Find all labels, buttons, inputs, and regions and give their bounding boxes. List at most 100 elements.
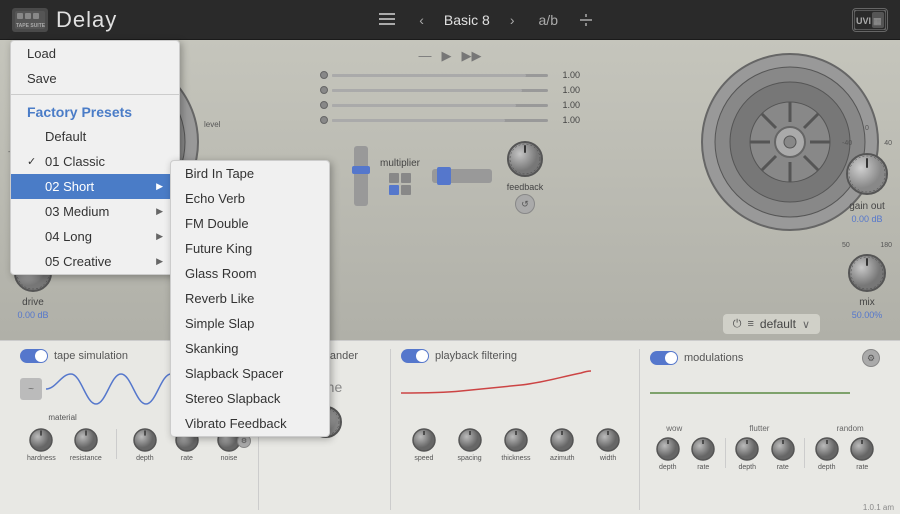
- playback-filtering-section: playback filtering speed spacing thickne…: [393, 349, 640, 510]
- hamburger-menu-btn[interactable]: [375, 10, 399, 30]
- flutter-label: flutter: [749, 424, 769, 433]
- main-area: 0 -40 40: [0, 40, 900, 340]
- menu-04-long[interactable]: 04 Long: [11, 224, 179, 249]
- pan-slider[interactable]: [432, 169, 492, 183]
- feedback-knob[interactable]: [504, 138, 546, 180]
- submenu-skanking[interactable]: Skanking: [171, 336, 329, 361]
- slider-track-2[interactable]: [332, 89, 548, 92]
- toggle-1[interactable]: [389, 173, 399, 183]
- knob-thickness: thickness: [501, 426, 530, 462]
- material-label: material: [48, 413, 76, 422]
- azimuth-knob[interactable]: [548, 426, 576, 454]
- play-icon[interactable]: ▶: [442, 48, 452, 64]
- menu-default[interactable]: Default: [11, 124, 179, 149]
- mix-value: 50.00%: [852, 310, 883, 320]
- svg-text:▦: ▦: [873, 16, 882, 26]
- width-knob[interactable]: [594, 426, 622, 454]
- submenu-simple-slap[interactable]: Simple Slap: [171, 311, 329, 336]
- tape-sim-toggle[interactable]: [20, 349, 48, 363]
- knob-hardness: hardness: [27, 426, 56, 462]
- submenu-reverb-like[interactable]: Reverb Like: [171, 286, 329, 311]
- sync-icon[interactable]: ↺: [515, 194, 535, 214]
- chevron-down-icon[interactable]: ∨: [802, 318, 810, 331]
- modulation-svg: [650, 373, 850, 413]
- mini-toggles: [389, 173, 411, 195]
- ab-btn[interactable]: a/b: [535, 10, 562, 30]
- submenu-slapback-spacer[interactable]: Slapback Spacer: [171, 361, 329, 386]
- playback-toggle[interactable]: [401, 349, 429, 363]
- slider-dot-1: [320, 71, 328, 79]
- thickness-label: thickness: [501, 455, 530, 462]
- slider-track-1[interactable]: [332, 74, 548, 77]
- mod-settings-icon[interactable]: ⚙: [862, 349, 880, 367]
- random-label: random: [837, 424, 864, 433]
- modulations-title: modulations: [684, 352, 743, 364]
- menu-02-text: 02 Short: [45, 179, 152, 194]
- multiplier-group: multiplier: [380, 158, 420, 195]
- menu-03-medium[interactable]: 03 Medium: [11, 199, 179, 224]
- playback-toggle-row: playback filtering: [401, 349, 631, 363]
- submenu-fm-double[interactable]: FM Double: [171, 211, 329, 236]
- menu-save[interactable]: Save: [11, 66, 179, 91]
- slider-track-4[interactable]: [332, 119, 548, 122]
- hardness-knob[interactable]: [27, 426, 55, 454]
- submenu-echo-verb[interactable]: Echo Verb: [171, 186, 329, 211]
- toggle-3[interactable]: [389, 185, 399, 195]
- submenu-bird-in-tape[interactable]: Bird In Tape: [171, 161, 329, 186]
- knob-resistance: resistance: [70, 426, 102, 462]
- power-icon[interactable]: ⏻: [733, 318, 742, 331]
- skip-icon[interactable]: ▶▶: [462, 48, 482, 64]
- toggle-4[interactable]: [401, 185, 411, 195]
- gain-out-knob[interactable]: [842, 149, 892, 199]
- list-icon[interactable]: ≡: [747, 318, 753, 330]
- dropdown-menu[interactable]: Load Save Factory Presets Default ✓ 01 C…: [10, 40, 180, 275]
- modulations-toggle[interactable]: [650, 351, 678, 365]
- submenu-stereo-slapback[interactable]: Stereo Slapback: [171, 386, 329, 411]
- checkmark-05: [27, 256, 41, 268]
- flutter-depth-knob[interactable]: [733, 435, 761, 463]
- menu-01-text: 01 Classic: [45, 154, 163, 169]
- submenu[interactable]: Bird In Tape Echo Verb FM Double Future …: [170, 160, 330, 437]
- hardness-label: hardness: [27, 455, 56, 462]
- tape-sim-title: tape simulation: [54, 350, 128, 362]
- menu-load[interactable]: Load: [11, 41, 179, 66]
- feedback-label: feedback: [507, 182, 544, 192]
- thickness-knob[interactable]: [502, 426, 530, 454]
- knob-depth-tape: depth: [131, 426, 159, 462]
- menu-01-classic[interactable]: ✓ 01 Classic: [11, 149, 179, 174]
- bottom-panel: tape simulation ~ material | degrade har…: [0, 340, 900, 514]
- random-rate-knob[interactable]: [848, 435, 876, 463]
- knob-flutter-rate: rate: [769, 435, 797, 471]
- flutter-rate-label: rate: [777, 464, 789, 471]
- wow-depth-label: depth: [659, 464, 677, 471]
- mix-label: mix: [859, 297, 875, 308]
- menu-02-short[interactable]: 02 Short: [11, 174, 179, 199]
- submenu-glass-room[interactable]: Glass Room: [171, 261, 329, 286]
- nav-forward-btn[interactable]: ›: [506, 10, 519, 30]
- spacing-knob[interactable]: [456, 426, 484, 454]
- slider-track-3[interactable]: [332, 104, 548, 107]
- knob-speed: speed: [410, 426, 438, 462]
- depth-tape-knob[interactable]: [131, 426, 159, 454]
- speed-knob[interactable]: [410, 426, 438, 454]
- flutter-rate-knob[interactable]: [769, 435, 797, 463]
- waveform-icon: ~: [20, 378, 42, 400]
- gain-out-group: -40 40 gain out 0.00 dB: [842, 140, 892, 224]
- toggle-2[interactable]: [401, 173, 411, 183]
- wow-rate-knob[interactable]: [689, 435, 717, 463]
- resistance-knob[interactable]: [72, 426, 100, 454]
- knob-width: width: [594, 426, 622, 462]
- speed-label: speed: [414, 455, 433, 462]
- nav-back-btn[interactable]: ‹: [415, 10, 428, 30]
- wow-depth-knob[interactable]: [654, 435, 682, 463]
- width-label: width: [600, 455, 616, 462]
- drive-label: drive: [22, 297, 44, 308]
- knob-wow-rate: rate: [689, 435, 717, 471]
- menu-05-creative[interactable]: 05 Creative: [11, 249, 179, 274]
- level-fader[interactable]: [354, 146, 368, 206]
- submenu-future-king[interactable]: Future King: [171, 236, 329, 261]
- mix-knob[interactable]: [845, 251, 889, 295]
- stop-icon[interactable]: —: [419, 48, 432, 64]
- random-depth-knob[interactable]: [813, 435, 841, 463]
- submenu-vibrato-feedback[interactable]: Vibrato Feedback: [171, 411, 329, 436]
